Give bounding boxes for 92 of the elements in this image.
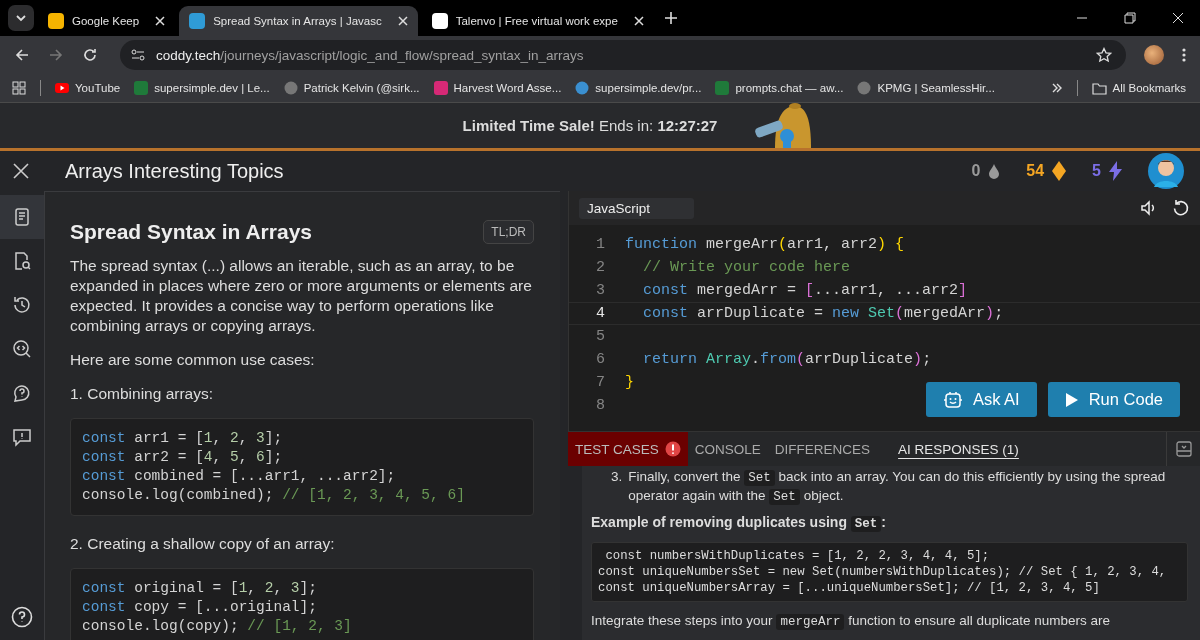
apps-icon[interactable] [12,81,26,95]
collapse-icon [1175,441,1192,457]
code-line: function mergeArr(arr1, arr2) { [625,236,905,253]
favicon-icon [283,81,298,95]
sale-countdown: Limited Time Sale! Ends in: 12:27:27 [462,117,718,134]
code-example: const original = [1, 2, 3]; const copy = [...original]; console.log(copy); // [1, 2, 3] [70,568,534,640]
close-icon[interactable] [13,163,29,179]
favicon-icon [189,13,206,29]
play-icon [1064,391,1079,408]
browser-tab[interactable]: Spread Syntax in Arrays | Javasc [179,6,418,36]
line-number: 5 [595,328,606,345]
chevrons-icon[interactable] [1050,82,1063,94]
line-number: 7 [595,374,606,391]
forward-icon[interactable] [48,47,64,63]
help-icon[interactable] [11,606,33,628]
favicon-icon [715,81,730,95]
line-number: 1 [595,236,606,253]
course-title: Arrays Interesting Topics [65,159,284,183]
favicon-icon [134,81,149,95]
line-number: 4 [595,305,606,322]
run-code-button[interactable]: Run Code [1047,382,1180,417]
lesson-icon[interactable] [0,195,44,239]
bookmark-star-icon[interactable] [1096,47,1112,63]
restore-icon[interactable] [1124,12,1136,24]
output-tab[interactable]: AI RESPONSES (1) [891,432,1026,466]
response-text: Integrate these steps into your mergeArr function to ensure all duplicate numbers are [591,612,1112,631]
code-example: const numbersWithDuplicates = [1, 2, 2, 3, 4, 4, 5]; const uniqueNumbersSet = new Set(numbersWithDuplicates); // Set { 1, 2, 3, 4, const uniqueNumbersArray = [...uniqueNumbersSet]; // [1, 2, 3, 4, 5] [591,542,1188,602]
lightning-icon [1109,161,1122,181]
avatar-icon[interactable] [1148,153,1184,189]
code-line: const mergedArr = [...arr1, ...arr2] [642,282,968,299]
output-tab[interactable]: DIFFERENCES [767,432,878,466]
output-tab[interactable]: CONSOLE [687,432,768,466]
favicon-icon [431,13,448,29]
reset-icon[interactable] [1172,199,1190,217]
favicon-icon [575,81,590,95]
stat-count: 0 [971,162,981,180]
site-settings-icon[interactable] [130,47,146,63]
language-select[interactable]: JavaScript [579,197,695,219]
lesson-text: 2. Creating a shallow copy of an array: [70,534,336,554]
diamond-icon [1052,161,1067,181]
favicon-icon [433,81,448,95]
close-icon[interactable] [155,16,166,26]
ask-ai-button[interactable]: Ask AI [925,382,1037,417]
folder-icon [1091,81,1107,95]
stat-count: 5 [1092,162,1101,180]
error-icon [664,441,681,457]
all-bookmarks-button[interactable]: All Bookmarks [1091,81,1186,95]
chevron-down-icon [15,12,27,24]
response-text: Finally, convert the Set back into an array. You can do this efficiently by using the spread operator again with the Set object. [628,468,1167,506]
lesson-text: 1. Combining arrays: [70,384,214,404]
tab-search-button[interactable] [8,5,34,31]
tldr-button[interactable]: TL;DR [483,220,534,244]
menu-icon[interactable] [1182,47,1186,63]
reload-icon[interactable] [82,47,98,63]
line-number: 6 [595,351,606,368]
favicon-icon [55,81,69,95]
browser-tab[interactable]: Google Keep [38,6,176,36]
profile-avatar-icon[interactable] [1144,45,1164,65]
lesson-text: Here are some common use cases: [70,350,316,370]
close-icon[interactable] [633,16,644,26]
code-example: const arr1 = [1, 2, 3]; const arr2 = [4, 5, 6]; const combined = [...arr1, ...arr2]; console.log(combined); // [1, 2, 3, 4, 5, 6] [70,418,534,516]
line-number: 2 [595,259,606,276]
browser-tab[interactable]: Talenvo | Free virtual work expe [421,6,654,36]
new-tab-icon[interactable] [663,11,678,25]
back-icon[interactable] [14,47,30,63]
code-line: return Array.from(arrDuplicate); [642,351,932,368]
code-line: // Write your code here [642,259,851,276]
favicon-icon [48,13,64,29]
close-icon[interactable] [397,16,408,26]
close-icon[interactable] [1172,12,1184,24]
response-heading: Example of removing duplicates using Set : [591,514,888,533]
code-line: const arrDuplicate = new Set(mergedArr); [642,305,1004,322]
code-editor[interactable] [568,191,1200,431]
line-number: 8 [595,397,606,414]
list-number: 3. [611,468,623,486]
bookmark[interactable]: prompts.chat — aw... [715,81,844,95]
bookmark[interactable]: Harvest Word Asse... [433,81,562,95]
lesson-title: Spread Syntax in Arrays [70,220,312,244]
favicon-icon [857,81,872,95]
drop-icon [988,163,1001,179]
bookmark[interactable]: supersimple.dev/pr... [575,81,702,95]
bookmark[interactable]: Patrick Kelvin (@sirk... [283,81,420,95]
output-tab[interactable]: TEST CASES [568,432,688,466]
url-field[interactable]: coddy.tech/journeys/javascript/logic_and_flow/spread_syntax_in_arrays [120,40,1126,70]
bookmark[interactable]: YouTube [55,81,121,95]
line-number: 3 [595,282,606,299]
robot-icon [942,389,963,410]
lesson-text: The spread syntax (...) allows an iterable, such as an array, to be expanded in places where zero or more arguments or elements are expected. It provides a concise way to perform operations like combining arrays or copying arrays. [70,256,533,336]
bookmark[interactable]: supersimple.dev | Le... [134,81,270,95]
bookmark[interactable]: KPMG | SeamlessHir... [857,81,995,95]
code-line: } [625,374,634,391]
stat-count: 54 [1026,162,1045,180]
